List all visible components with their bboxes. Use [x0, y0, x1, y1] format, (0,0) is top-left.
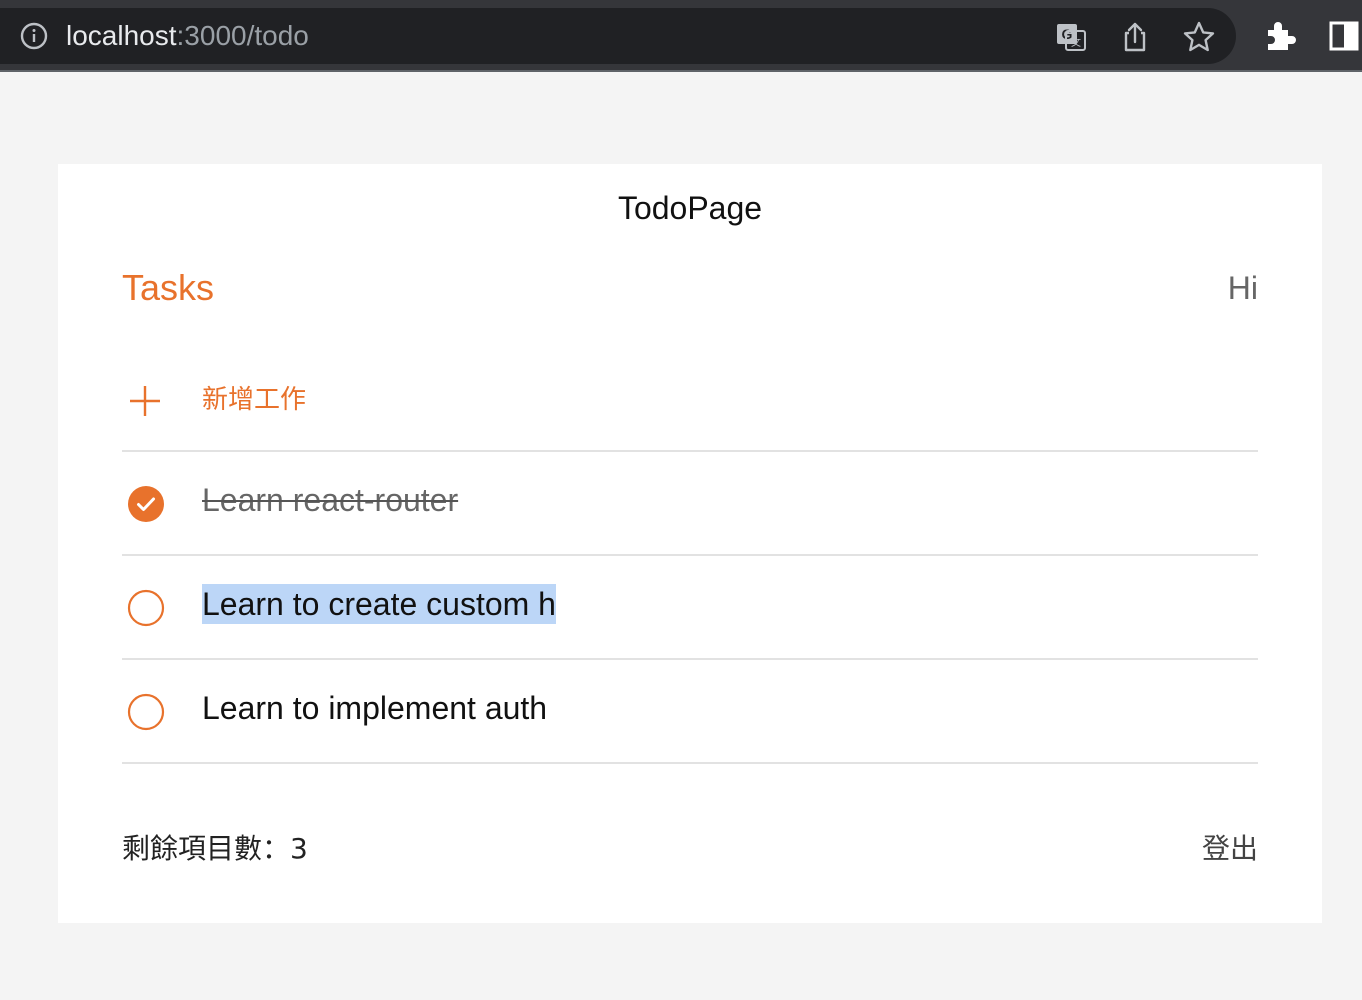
url-path: :3000/todo — [176, 20, 309, 51]
translate-icon[interactable]: G 文 — [1054, 20, 1088, 54]
task-text[interactable]: Learn to create custom h — [202, 584, 556, 624]
browser-toolbar: localhost:3000/todo G 文 — [0, 0, 1362, 72]
extensions-icon[interactable] — [1262, 18, 1298, 54]
share-icon[interactable] — [1118, 20, 1152, 54]
svg-text:文: 文 — [1071, 36, 1081, 49]
remaining-count: 剩餘項目數：3 — [122, 832, 308, 865]
tasks-heading: Tasks — [122, 267, 215, 308]
url-text[interactable]: localhost:3000/todo — [66, 20, 309, 52]
unchecked-circle-icon[interactable] — [127, 589, 165, 627]
add-task-button[interactable]: 新增工作 — [122, 350, 1258, 452]
page-title: TodoPage — [617, 190, 763, 226]
add-task-label: 新增工作 — [202, 385, 307, 415]
task-row: Learn to create custom h — [122, 556, 1258, 660]
info-icon[interactable] — [20, 22, 48, 50]
user-greeting: Hi — [1227, 270, 1258, 306]
task-row: Learn react-router — [122, 452, 1258, 556]
star-icon[interactable] — [1182, 20, 1216, 54]
logout-button[interactable]: 登出 — [1202, 829, 1258, 869]
task-text[interactable]: Learn react-router — [202, 480, 458, 520]
unchecked-circle-icon[interactable] — [127, 693, 165, 731]
address-bar[interactable]: localhost:3000/todo G 文 — [0, 8, 1236, 64]
url-host: localhost — [66, 20, 177, 51]
plus-icon — [130, 386, 160, 416]
side-panel-icon[interactable] — [1326, 18, 1362, 54]
task-text[interactable]: Learn to implement auth — [202, 688, 547, 728]
task-row: Learn to implement auth — [122, 660, 1258, 764]
checked-circle-icon[interactable] — [127, 485, 165, 523]
